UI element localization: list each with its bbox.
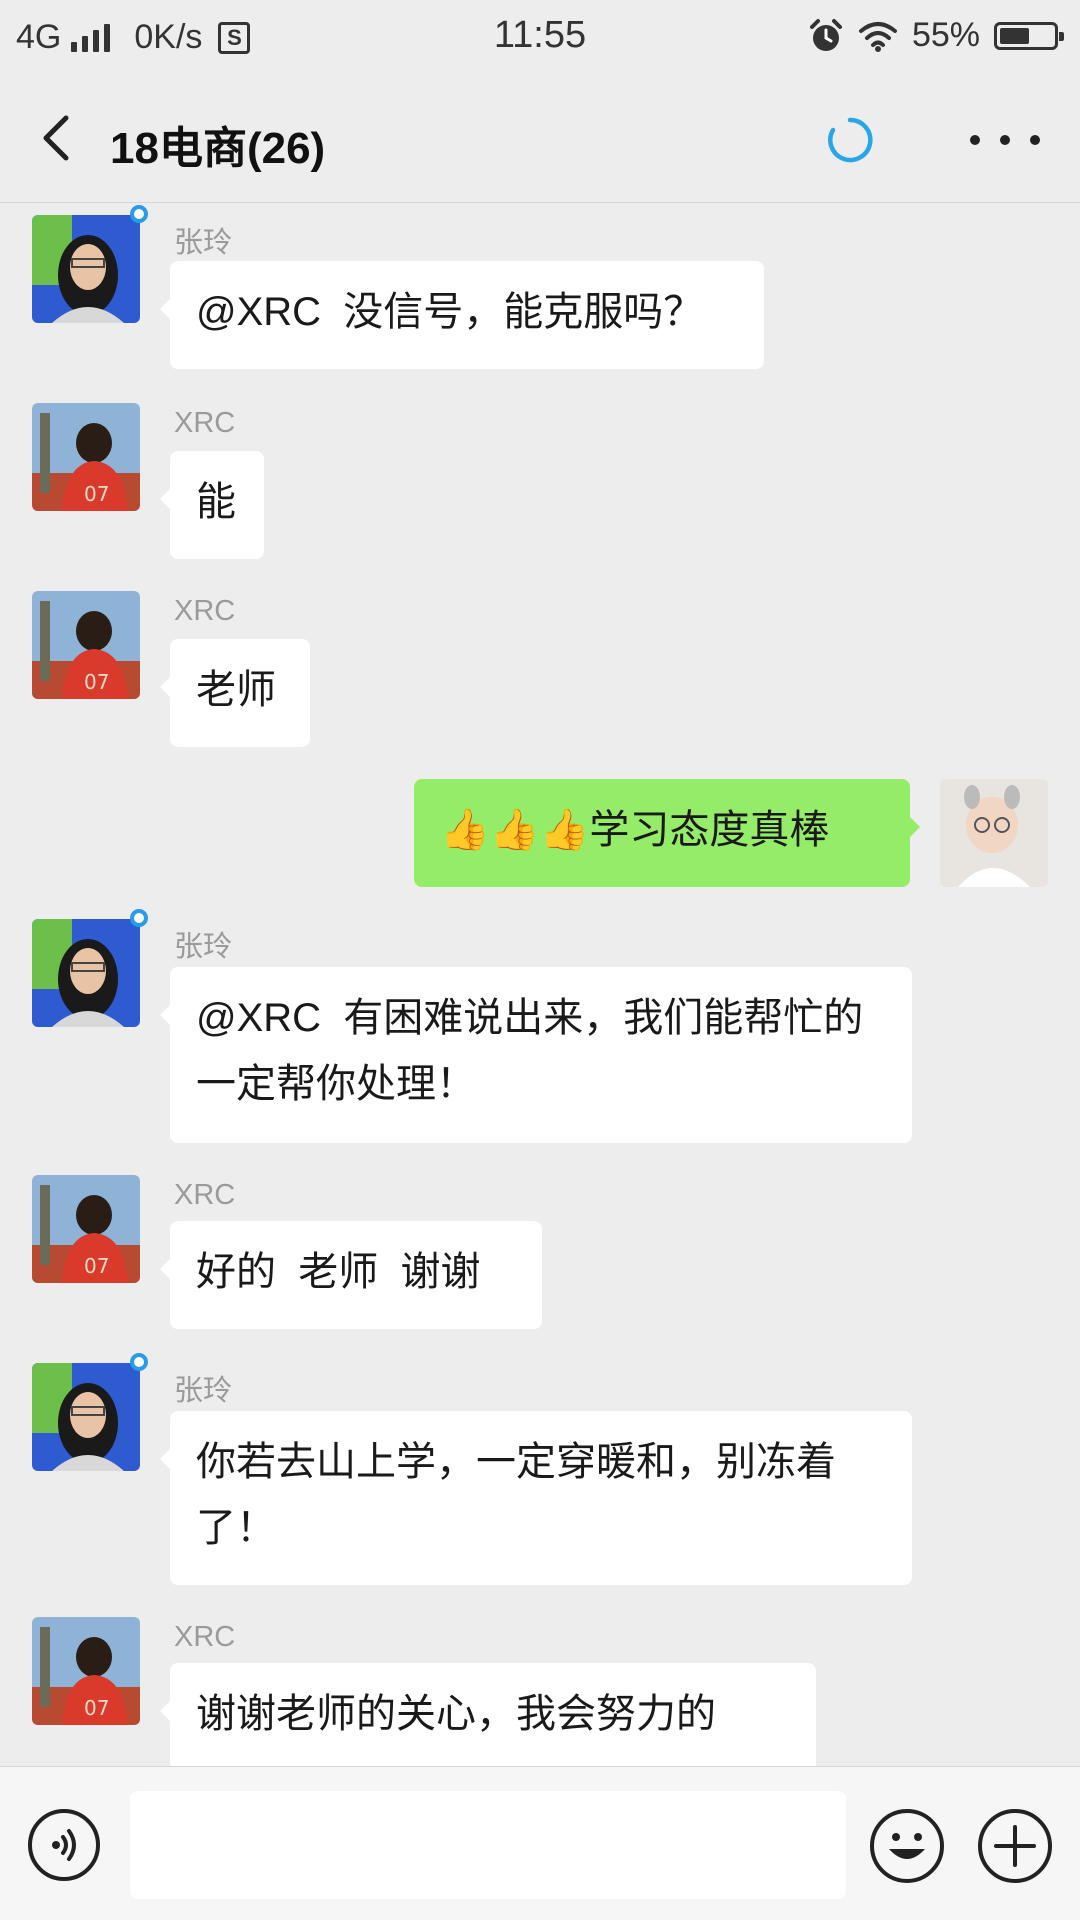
sender-name: XRC	[174, 407, 236, 439]
voice-icon[interactable]	[28, 1809, 100, 1881]
back-icon[interactable]	[28, 108, 88, 168]
online-status-dot	[130, 205, 148, 223]
message-input[interactable]	[130, 1791, 846, 1899]
zhangling-avatar[interactable]	[32, 1363, 140, 1471]
message-bubble[interactable]: @XRC 有困难说出来，我们能帮忙的一定帮你处理！	[160, 967, 912, 1143]
message-bubble[interactable]: 能	[160, 451, 264, 559]
battery-icon	[994, 21, 1064, 50]
message-list[interactable]: 张玲 @XRC 没信号，能克服吗？ 07 XRC 能 07 XRC 老师 👍👍👍…	[0, 203, 1080, 1766]
input-bar	[0, 1766, 1080, 1920]
battery-percent: 55%	[911, 16, 980, 54]
xrc-avatar[interactable]: 07	[32, 1617, 140, 1725]
more-icon[interactable]	[970, 116, 1040, 164]
sender-name: XRC	[174, 595, 236, 627]
xrc-avatar[interactable]: 07	[32, 591, 140, 699]
svg-text:07: 07	[84, 670, 109, 694]
chat-title: 18电商(26)	[110, 124, 326, 173]
online-status-dot	[130, 909, 148, 927]
xrc-avatar[interactable]: 07	[32, 403, 140, 511]
status-right: 55%	[808, 16, 1064, 55]
status-bar: 4G 0K/s S 11:55 55%	[0, 0, 1080, 76]
alarm-icon	[809, 18, 842, 51]
wifi-icon	[858, 21, 897, 52]
svg-text:07: 07	[84, 1696, 109, 1720]
zhangling-avatar[interactable]	[32, 215, 140, 323]
sender-name: 张玲	[174, 227, 233, 259]
message-bubble[interactable]: @XRC 没信号，能克服吗？	[160, 261, 764, 369]
message-bubble[interactable]: 好的 老师 谢谢	[160, 1221, 542, 1329]
plus-icon[interactable]	[978, 1809, 1052, 1883]
zhangling-avatar[interactable]	[32, 919, 140, 1027]
message-bubble[interactable]: 👍👍👍学习态度真棒	[414, 779, 920, 887]
loading-icon	[828, 117, 873, 163]
sender-name: XRC	[174, 1179, 236, 1211]
emoji-icon[interactable]	[870, 1809, 944, 1883]
message-bubble[interactable]: 老师	[160, 639, 310, 747]
online-status-dot	[130, 1353, 148, 1371]
sender-name: 张玲	[174, 1375, 233, 1407]
xrc-avatar[interactable]: 07	[32, 1175, 140, 1283]
sender-name: XRC	[174, 1621, 236, 1653]
sender-name: 张玲	[174, 931, 233, 963]
svg-text:07: 07	[84, 1254, 109, 1278]
chat-screen: 4G 0K/s S 11:55 55% 18电商(26) 张玲 @XRC 没信号…	[0, 0, 1080, 1920]
svg-text:07: 07	[84, 482, 109, 506]
self-avatar[interactable]	[940, 779, 1048, 887]
chat-header: 18电商(26)	[0, 76, 1080, 203]
message-bubble[interactable]: 你若去山上学，一定穿暖和，别冻着了！	[160, 1411, 912, 1585]
message-bubble[interactable]: 谢谢老师的关心，我会努力的	[160, 1663, 816, 1766]
